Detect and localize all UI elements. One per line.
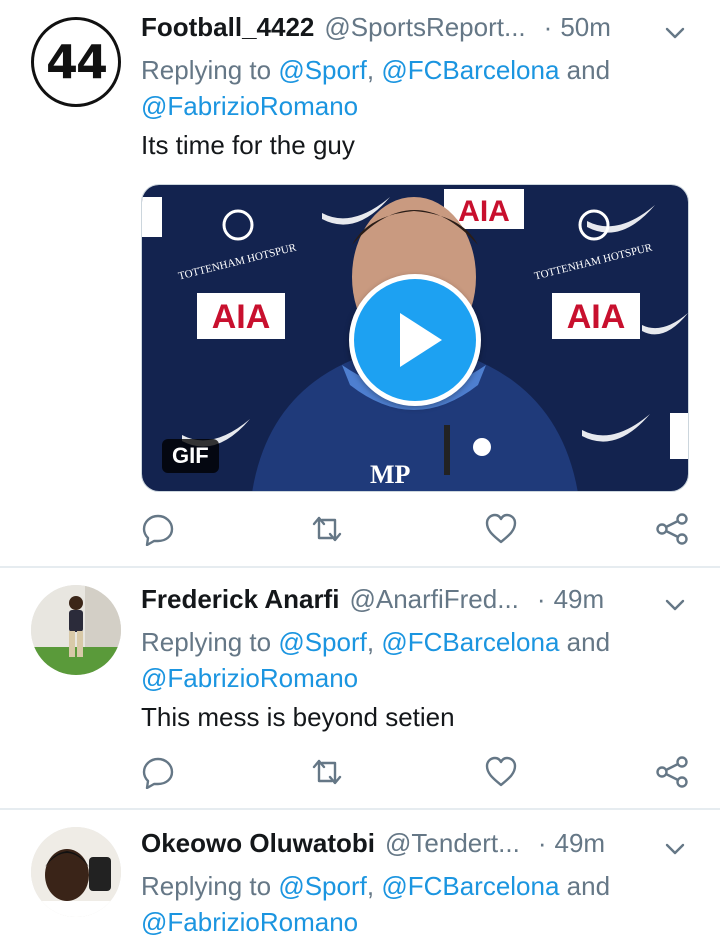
sponsor-text: AIA xyxy=(458,195,510,228)
chevron-down-icon[interactable] xyxy=(664,22,686,44)
replying-prefix: Replying to xyxy=(141,627,279,657)
avatar-photo xyxy=(31,585,121,675)
mention-link[interactable]: @FCBarcelona xyxy=(381,627,559,657)
like-icon[interactable] xyxy=(484,755,518,789)
replying-to: Replying to @Sporf, @FCBarcelona and xyxy=(141,52,610,88)
avatar[interactable] xyxy=(31,827,121,917)
tweet-header: Frederick Anarfi @AnarfiFred... · 49m xyxy=(141,584,680,620)
tweet-header: Okeowo Oluwatobi @Tendert... · 49m xyxy=(141,828,680,864)
retweet-icon[interactable] xyxy=(310,512,344,546)
mention-link[interactable]: @FabrizioRomano xyxy=(141,907,358,935)
like-icon[interactable] xyxy=(484,512,518,546)
chevron-down-icon[interactable] xyxy=(664,838,686,860)
tweet-actions xyxy=(141,755,701,795)
chevron-down-icon[interactable] xyxy=(664,594,686,616)
user-name[interactable]: Football_4422 xyxy=(141,12,314,43)
tweet-text: This mess is beyond setien xyxy=(141,702,455,732)
sponsor-text: AIA xyxy=(212,298,271,336)
tweet-header: Football_4422 @SportsReport... · 50m xyxy=(141,12,680,48)
mention-separator: , xyxy=(366,55,382,85)
replying-to-line2: @FabrizioRomano xyxy=(141,904,358,935)
play-button[interactable] xyxy=(349,274,481,406)
share-icon[interactable] xyxy=(655,512,689,546)
avatar-text: 44 xyxy=(45,35,108,89)
mention-link[interactable]: @Sporf xyxy=(278,627,367,657)
mention-link[interactable]: @FabrizioRomano xyxy=(141,91,358,121)
replying-to: Replying to @Sporf, @FCBarcelona and xyxy=(141,868,610,904)
mention-link[interactable]: @Sporf xyxy=(278,871,367,901)
timestamp[interactable]: 50m xyxy=(560,12,611,43)
avatar[interactable] xyxy=(31,585,121,675)
reply-icon[interactable] xyxy=(141,512,175,546)
mention-link[interactable]: @FCBarcelona xyxy=(381,55,559,85)
gif-badge: GIF xyxy=(162,439,219,473)
user-handle[interactable]: @AnarfiFred... xyxy=(349,584,518,615)
user-handle[interactable]: @SportsReport... xyxy=(324,12,525,43)
mention-link[interactable]: @Sporf xyxy=(278,55,367,85)
reply-icon[interactable] xyxy=(141,755,175,789)
separator-dot: · xyxy=(537,828,547,858)
mention-link[interactable]: @FCBarcelona xyxy=(381,871,559,901)
replying-to-line2: @FabrizioRomano xyxy=(141,88,358,124)
replying-prefix: Replying to xyxy=(141,55,279,85)
separator-dot: · xyxy=(543,12,553,42)
tweet-actions xyxy=(141,512,701,552)
tweet[interactable]: Okeowo Oluwatobi @Tendert... · 49m Reply… xyxy=(0,810,720,935)
mention-and: and xyxy=(559,871,611,901)
replying-to: Replying to @Sporf, @FCBarcelona and xyxy=(141,624,610,660)
gif-media[interactable]: AIA AIA AIA TOTTENHAM HOTSPUR TOTTENHAM … xyxy=(141,184,689,492)
share-icon[interactable] xyxy=(655,755,689,789)
tweet-text: Its time for the guy xyxy=(141,130,355,160)
avatar[interactable]: 44 xyxy=(31,17,121,107)
mention-separator: , xyxy=(366,627,382,657)
mention-and: and xyxy=(559,627,611,657)
user-name[interactable]: Okeowo Oluwatobi xyxy=(141,828,375,859)
replying-prefix: Replying to xyxy=(141,871,279,901)
timestamp[interactable]: 49m xyxy=(554,828,605,859)
avatar-photo xyxy=(31,827,121,917)
mention-separator: , xyxy=(366,871,382,901)
mention-link[interactable]: @FabrizioRomano xyxy=(141,663,358,693)
sponsor-text: AIA xyxy=(567,298,626,336)
svg-text:MP: MP xyxy=(370,460,411,489)
mention-and: and xyxy=(559,55,611,85)
user-name[interactable]: Frederick Anarfi xyxy=(141,584,339,615)
timestamp[interactable]: 49m xyxy=(554,584,605,615)
tweet[interactable]: 44 Football_4422 @SportsReport... · 50m … xyxy=(0,0,720,566)
separator-dot: · xyxy=(536,584,546,614)
play-icon xyxy=(400,313,442,367)
replying-to-line2: @FabrizioRomano xyxy=(141,660,358,696)
tweet[interactable]: Frederick Anarfi @AnarfiFred... · 49m Re… xyxy=(0,568,720,808)
retweet-icon[interactable] xyxy=(310,755,344,789)
user-handle[interactable]: @Tendert... xyxy=(385,828,520,859)
